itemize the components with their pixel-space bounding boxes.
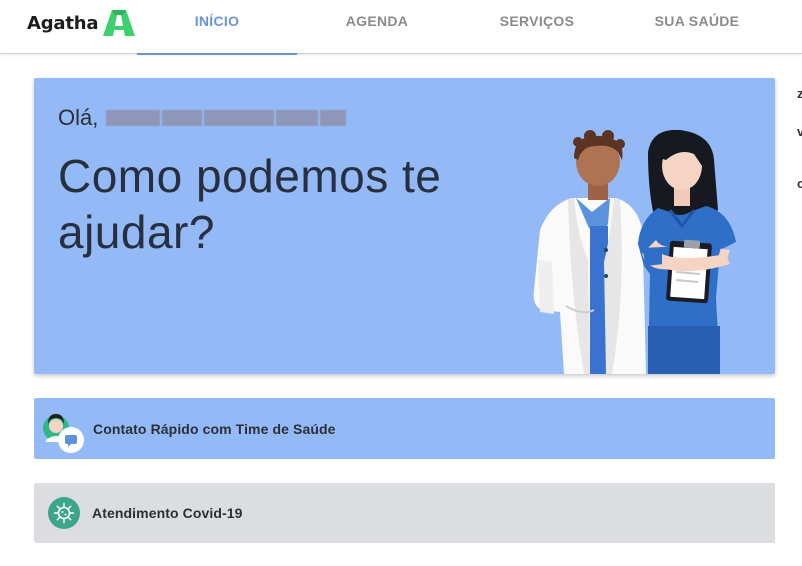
tab-servicos[interactable]: SERVIÇOS	[457, 0, 617, 54]
greeting: Olá,	[58, 105, 347, 131]
covid-care-label: Atendimento Covid-19	[92, 505, 243, 521]
tab-agenda[interactable]: AGENDA	[297, 0, 457, 54]
page-headline: Como podemos te ajudar?	[58, 150, 442, 258]
covid-care-card[interactable]: Atendimento Covid-19	[34, 483, 775, 543]
clipped-text-fragment: c	[797, 176, 802, 191]
top-nav-bar: Agatha INÍCIO AGENDA SERVIÇOS SUA SAÚDE	[0, 0, 802, 55]
virus-icon	[48, 497, 80, 529]
redacted-user-name	[106, 110, 347, 126]
main-nav: INÍCIO AGENDA SERVIÇOS SUA SAÚDE	[137, 0, 777, 55]
greeting-text: Olá,	[58, 105, 99, 130]
clipped-text-fragment: z	[797, 86, 802, 101]
chat-doctor-icon	[42, 404, 90, 454]
quick-contact-card[interactable]: Contato Rápido com Time de Saúde	[34, 398, 775, 459]
tab-sua-saude[interactable]: SUA SAÚDE	[617, 0, 777, 54]
tab-label: AGENDA	[345, 13, 409, 29]
tab-label: SUA SAÚDE	[654, 13, 740, 29]
health-professionals-illustration	[533, 130, 736, 374]
page: Agatha INÍCIO AGENDA SERVIÇOS SUA SAÚDE …	[0, 0, 802, 566]
logo-mark-icon	[103, 10, 136, 36]
tab-label: SERVIÇOS	[499, 13, 575, 29]
tab-inicio[interactable]: INÍCIO	[137, 0, 297, 55]
agatha-logo[interactable]: Agatha	[27, 8, 137, 38]
tab-label: INÍCIO	[194, 13, 240, 29]
quick-contact-label: Contato Rápido com Time de Saúde	[93, 420, 336, 437]
logo-text: Agatha	[27, 12, 99, 34]
welcome-banner: Olá, Como podemos te ajudar?	[34, 78, 775, 374]
clipped-text-fragment: v	[797, 124, 802, 139]
